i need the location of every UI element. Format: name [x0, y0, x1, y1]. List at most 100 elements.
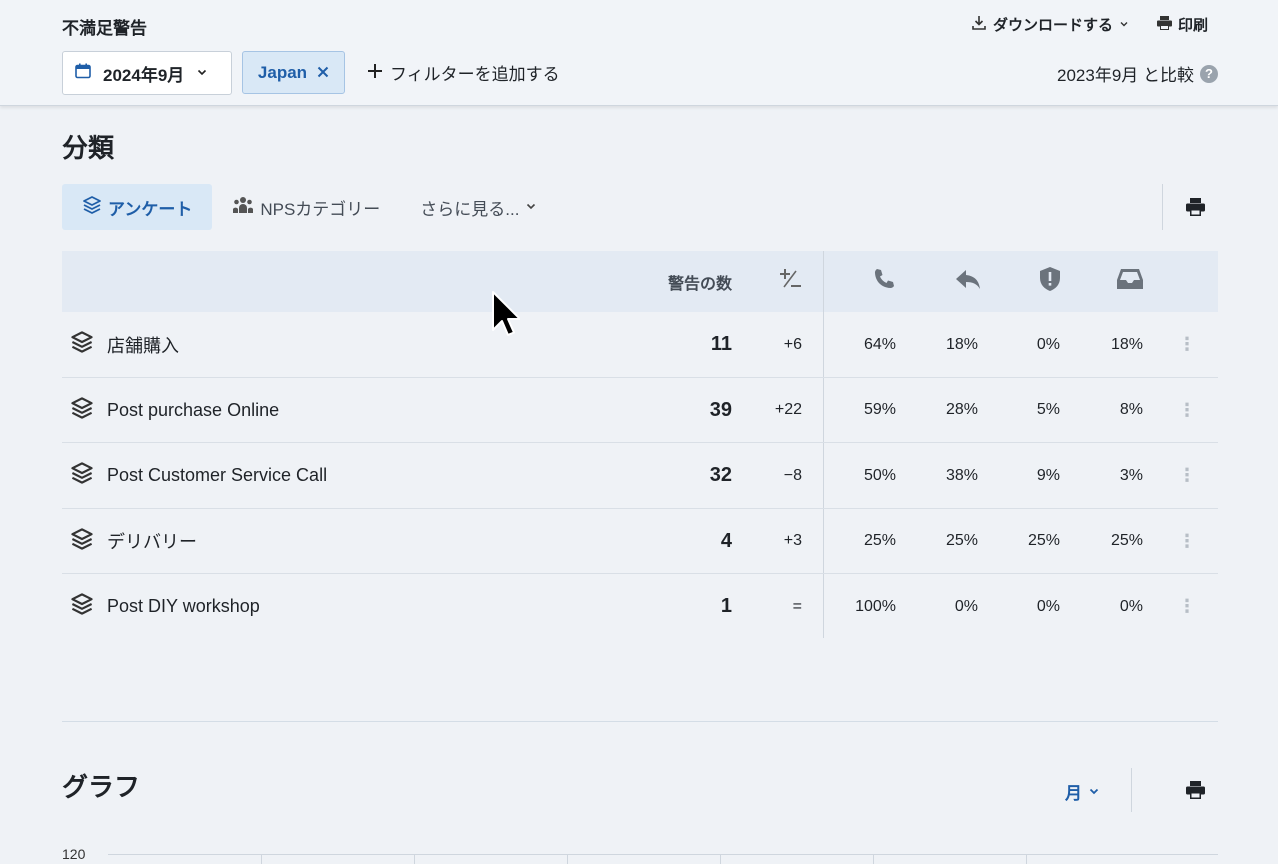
grid-line	[1026, 854, 1027, 864]
tab-see-more[interactable]: さらに見る...	[400, 184, 557, 230]
more-options-icon[interactable]: ⋮	[1178, 574, 1196, 639]
layers-icon	[70, 592, 94, 621]
close-icon[interactable]	[317, 63, 329, 83]
print-link[interactable]: 印刷	[1156, 14, 1208, 35]
row-name: Post purchase Online	[107, 399, 280, 420]
row-inbox-pct: 18%	[1110, 335, 1143, 353]
more-options-icon[interactable]: ⋮	[1178, 312, 1196, 377]
table-header: 警告の数	[62, 251, 1218, 312]
row-name-cell: Post DIY workshop	[70, 574, 260, 639]
layers-icon	[82, 195, 102, 220]
download-button[interactable]: ダウンロードする	[971, 14, 1129, 35]
header-difference[interactable]	[762, 251, 802, 312]
row-count: 1	[720, 595, 732, 617]
chart-area	[108, 854, 1218, 864]
row-inbox-pct: 8%	[1119, 401, 1143, 418]
period-label: 月	[1065, 784, 1082, 803]
chevron-down-icon	[1088, 782, 1100, 802]
row-diff: +22	[774, 401, 802, 418]
section-divider	[62, 721, 1218, 722]
row-phone-pct: 59%	[863, 401, 896, 418]
filter-chip-label: Japan	[257, 62, 308, 82]
download-label: ダウンロードする	[992, 17, 1113, 34]
page-title: 不満足警告	[62, 19, 147, 38]
row-name-cell: デリバリー	[70, 509, 197, 574]
date-value: 2024年9月	[103, 65, 185, 85]
print-table-button[interactable]	[1186, 198, 1205, 221]
table-row[interactable]: デリバリー 4 +3 25% 25% 25% 25% ⋮	[62, 509, 1218, 574]
chevron-down-icon	[1119, 16, 1129, 33]
header-shield[interactable]	[1022, 251, 1062, 312]
table-row[interactable]: Post Customer Service Call 32 −8 50% 38%…	[62, 443, 1218, 509]
mouse-cursor-icon	[490, 290, 521, 345]
classification-tabs: アンケート NPSカテゴリー さらに見る...	[62, 184, 557, 230]
add-filter-button[interactable]: フィルターを追加する	[368, 60, 560, 85]
section-title-classification: 分類	[62, 133, 115, 163]
tab-label: NPSカテゴリー	[260, 199, 381, 219]
row-inbox-pct: 25%	[1110, 532, 1143, 549]
row-shield-pct: 0%	[1036, 335, 1060, 353]
row-diff: =	[792, 597, 802, 615]
row-count: 11	[710, 333, 732, 355]
row-reply-pct: 25%	[945, 532, 978, 549]
date-picker[interactable]: 2024年9月	[62, 51, 232, 95]
calendar-icon	[75, 63, 91, 84]
layers-icon	[70, 527, 94, 556]
section-title-graph: グラフ	[62, 772, 141, 802]
classification-table: 警告の数 店舗購入 11 +6 64% 18% 0% 18% ⋮ Post pu…	[62, 251, 1218, 640]
layers-icon	[70, 461, 94, 490]
grid-line	[414, 854, 415, 864]
header-inbox[interactable]	[1102, 251, 1144, 312]
chevron-down-icon	[525, 197, 537, 217]
header-alert-count[interactable]: 警告の数	[622, 251, 732, 312]
help-icon[interactable]: ?	[1200, 64, 1218, 83]
row-phone-pct: 100%	[855, 597, 896, 615]
chevron-down-icon	[196, 63, 208, 83]
table-row[interactable]: Post purchase Online 39 +22 59% 28% 5% 8…	[62, 378, 1218, 443]
printer-icon	[1186, 781, 1205, 803]
compare-label: 2023年9月 と比較	[1057, 66, 1194, 85]
row-phone-pct: 25%	[863, 532, 896, 549]
row-name-cell: 店舗購入	[70, 312, 179, 377]
plus-icon	[368, 63, 382, 83]
header-phone[interactable]	[852, 251, 896, 312]
layers-icon	[70, 330, 94, 359]
row-reply-pct: 38%	[945, 466, 978, 484]
grid-line	[261, 854, 262, 864]
row-count: 32	[709, 464, 732, 486]
people-icon	[232, 196, 254, 219]
header-reply[interactable]	[932, 251, 982, 312]
more-options-icon[interactable]: ⋮	[1178, 443, 1196, 508]
row-reply-pct: 18%	[945, 335, 978, 353]
add-filter-label: フィルターを追加する	[390, 65, 560, 84]
tab-survey[interactable]: アンケート	[62, 184, 213, 230]
row-shield-pct: 5%	[1036, 401, 1060, 418]
row-count: 4	[720, 529, 732, 552]
row-diff: +3	[783, 532, 802, 549]
tab-nps-category[interactable]: NPSカテゴリー	[212, 184, 400, 230]
table-row[interactable]: Post DIY workshop 1 = 100% 0% 0% 0% ⋮	[62, 574, 1218, 640]
more-options-icon[interactable]: ⋮	[1178, 509, 1196, 574]
grid-line	[873, 854, 874, 864]
download-icon	[971, 15, 987, 35]
y-axis-tick: 120	[62, 846, 86, 862]
plus-minus-icon	[778, 267, 802, 296]
row-name-cell: Post Customer Service Call	[70, 443, 327, 508]
table-row[interactable]: 店舗購入 11 +6 64% 18% 0% 18% ⋮	[62, 312, 1218, 378]
period-select[interactable]: 月	[1065, 779, 1100, 804]
tab-label: さらに見る...	[420, 199, 520, 219]
row-name: デリバリー	[107, 532, 197, 552]
row-reply-pct: 0%	[954, 597, 978, 615]
grid-line	[567, 854, 568, 864]
compare-period: 2023年9月 と比較 ?	[1057, 61, 1218, 86]
header-actions: ダウンロードする 印刷	[971, 14, 1208, 35]
shield-alert-icon	[1038, 266, 1062, 297]
print-graph-button[interactable]	[1186, 781, 1205, 804]
more-options-icon[interactable]: ⋮	[1178, 378, 1196, 443]
top-header: 不満足警告 ダウンロードする 印刷 2024年9月 Japan フィルターを追加…	[0, 0, 1278, 106]
row-diff: −8	[783, 466, 802, 484]
row-name: Post DIY workshop	[107, 596, 260, 616]
phone-icon	[872, 267, 896, 296]
row-name: Post Customer Service Call	[107, 465, 328, 485]
grid-line	[720, 854, 721, 864]
